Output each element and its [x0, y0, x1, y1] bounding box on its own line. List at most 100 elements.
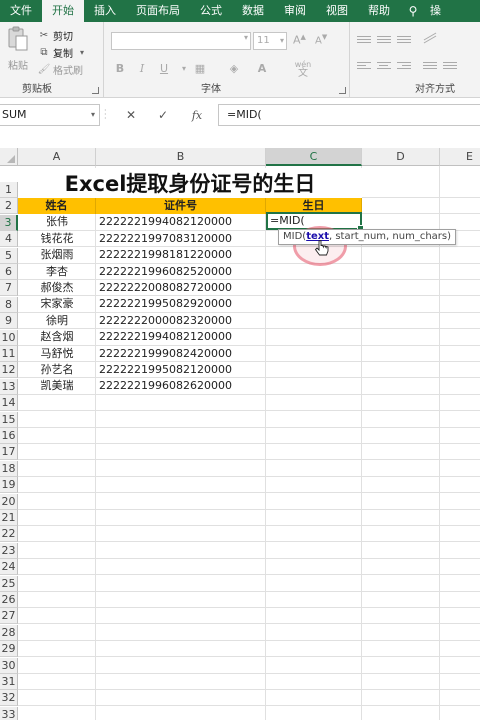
- name-cell[interactable]: 徐明: [18, 313, 96, 329]
- name-cell[interactable]: 赵含烟: [18, 329, 96, 345]
- row-header-17[interactable]: 17: [0, 444, 18, 461]
- font-size-select[interactable]: 11 ▾: [253, 32, 287, 50]
- border-icon[interactable]: ▦: [191, 60, 209, 78]
- increase-font-icon[interactable]: A▲: [293, 33, 306, 47]
- row-header-8[interactable]: 8: [0, 296, 18, 313]
- row-header-14[interactable]: 14: [0, 395, 18, 412]
- tab-2[interactable]: 开始: [42, 0, 84, 22]
- row-header-29[interactable]: 29: [0, 641, 18, 658]
- bold-button[interactable]: B: [111, 60, 129, 78]
- column-header-b[interactable]: B: [96, 148, 266, 166]
- row-header-31[interactable]: 31: [0, 674, 18, 690]
- copy-button[interactable]: ⧉ 复制 ▾: [38, 44, 84, 61]
- decrease-font-icon[interactable]: A▼: [315, 33, 327, 46]
- name-cell[interactable]: 孙艺名: [18, 362, 96, 378]
- row-header-28[interactable]: 28: [0, 624, 18, 641]
- increase-indent-icon[interactable]: [443, 62, 457, 74]
- align-top-icon[interactable]: [357, 36, 371, 48]
- name-cell[interactable]: 马舒悦: [18, 346, 96, 362]
- id-cell[interactable]: 2222221996082620000: [96, 378, 266, 394]
- row-header-19[interactable]: 19: [0, 477, 18, 494]
- row-header-23[interactable]: 23: [0, 542, 18, 559]
- align-bottom-icon[interactable]: [397, 36, 411, 48]
- id-cell[interactable]: 2222221996082520000: [96, 264, 266, 280]
- row-header-9[interactable]: 9: [0, 313, 18, 330]
- tab-8[interactable]: 视图: [316, 0, 358, 22]
- tab-6[interactable]: 数据: [232, 0, 274, 22]
- row-header-6[interactable]: 6: [0, 264, 18, 280]
- name-cell[interactable]: 张伟: [18, 214, 96, 230]
- row-header-20[interactable]: 20: [0, 493, 18, 510]
- row-header-5[interactable]: 5: [0, 247, 18, 264]
- column-header-a[interactable]: A: [18, 148, 96, 166]
- id-cell[interactable]: 2222222008082720000: [96, 280, 266, 296]
- tab-3[interactable]: 插入: [84, 0, 126, 22]
- underline-button[interactable]: U: [155, 60, 173, 78]
- decrease-indent-icon[interactable]: [423, 62, 437, 74]
- row-header-22[interactable]: 22: [0, 526, 18, 543]
- name-cell[interactable]: 张烟雨: [18, 247, 96, 263]
- row-header-10[interactable]: 10: [0, 329, 18, 346]
- header-cell-name[interactable]: 姓名: [18, 198, 96, 214]
- row-header-25[interactable]: 25: [0, 575, 18, 592]
- enter-button[interactable]: ✓: [150, 104, 176, 126]
- row-header-27[interactable]: 27: [0, 608, 18, 625]
- tab-5[interactable]: 公式: [190, 0, 232, 22]
- column-header-d[interactable]: D: [362, 148, 440, 166]
- row-header-33[interactable]: 33: [0, 706, 18, 720]
- formula-input[interactable]: =MID(: [218, 104, 480, 126]
- align-left-icon[interactable]: [357, 62, 371, 74]
- name-cell[interactable]: 宋家豪: [18, 296, 96, 312]
- orientation-icon[interactable]: [423, 32, 437, 48]
- row-header-21[interactable]: 21: [0, 510, 18, 526]
- align-right-icon[interactable]: [397, 62, 411, 74]
- header-cell-id[interactable]: 证件号: [96, 198, 266, 214]
- format-painter-button[interactable]: 🖌 格式刷: [38, 61, 83, 78]
- tab-7[interactable]: 审阅: [274, 0, 316, 22]
- font-name-select[interactable]: ▾: [111, 32, 251, 50]
- id-cell[interactable]: 2222221995082120000: [96, 362, 266, 378]
- id-cell[interactable]: 2222221998181220000: [96, 247, 266, 263]
- tab-9[interactable]: 帮助: [358, 0, 400, 22]
- tab-4[interactable]: 页面布局: [126, 0, 190, 22]
- cut-button[interactable]: ✂ 剪切: [38, 27, 73, 44]
- row-header-4[interactable]: 4: [0, 231, 18, 248]
- insert-function-button[interactable]: fx: [184, 104, 210, 126]
- font-color-icon[interactable]: A: [253, 60, 271, 78]
- name-cell[interactable]: 李杏: [18, 264, 96, 280]
- select-all-button[interactable]: [0, 148, 18, 166]
- phonetic-button[interactable]: wén 文: [289, 60, 317, 79]
- id-cell[interactable]: 2222221995082920000: [96, 296, 266, 312]
- tab-1[interactable]: 文件: [0, 0, 42, 22]
- row-header-13[interactable]: 13: [0, 378, 18, 395]
- tab-10[interactable]: 操: [420, 0, 451, 22]
- row-header-32[interactable]: 32: [0, 690, 18, 707]
- id-cell[interactable]: 2222222000082320000: [96, 313, 266, 329]
- cancel-button[interactable]: ✕: [118, 104, 144, 126]
- row-header-2[interactable]: 2: [0, 198, 18, 215]
- column-header-e[interactable]: E: [440, 148, 480, 166]
- row-header-7[interactable]: 7: [0, 280, 18, 297]
- column-header-c[interactable]: C: [266, 148, 362, 166]
- id-cell[interactable]: 2222221999082420000: [96, 346, 266, 362]
- paste-button[interactable]: 粘贴: [4, 26, 32, 76]
- italic-button[interactable]: I: [133, 60, 151, 78]
- grip-icon[interactable]: · · ·: [104, 107, 108, 123]
- id-cell[interactable]: 2222221997083120000: [96, 231, 266, 247]
- align-center-icon[interactable]: [377, 62, 391, 74]
- row-header-26[interactable]: 26: [0, 592, 18, 608]
- clipboard-launcher-icon[interactable]: [92, 87, 99, 94]
- lightbulb-icon[interactable]: ⚲: [406, 0, 420, 22]
- name-cell[interactable]: 钱花花: [18, 231, 96, 247]
- row-header-18[interactable]: 18: [0, 460, 18, 477]
- row-header-16[interactable]: 16: [0, 428, 18, 444]
- fill-color-icon[interactable]: ◈: [225, 60, 243, 78]
- row-header-24[interactable]: 24: [0, 559, 18, 576]
- row-header-12[interactable]: 12: [0, 362, 18, 379]
- align-middle-icon[interactable]: [377, 36, 391, 48]
- name-cell[interactable]: 凯美瑞: [18, 378, 96, 394]
- font-launcher-icon[interactable]: [339, 87, 346, 94]
- sheet-title[interactable]: Excel提取身份证号的生日: [18, 168, 362, 198]
- name-box[interactable]: SUM ▾: [0, 104, 100, 126]
- row-header-15[interactable]: 15: [0, 411, 18, 428]
